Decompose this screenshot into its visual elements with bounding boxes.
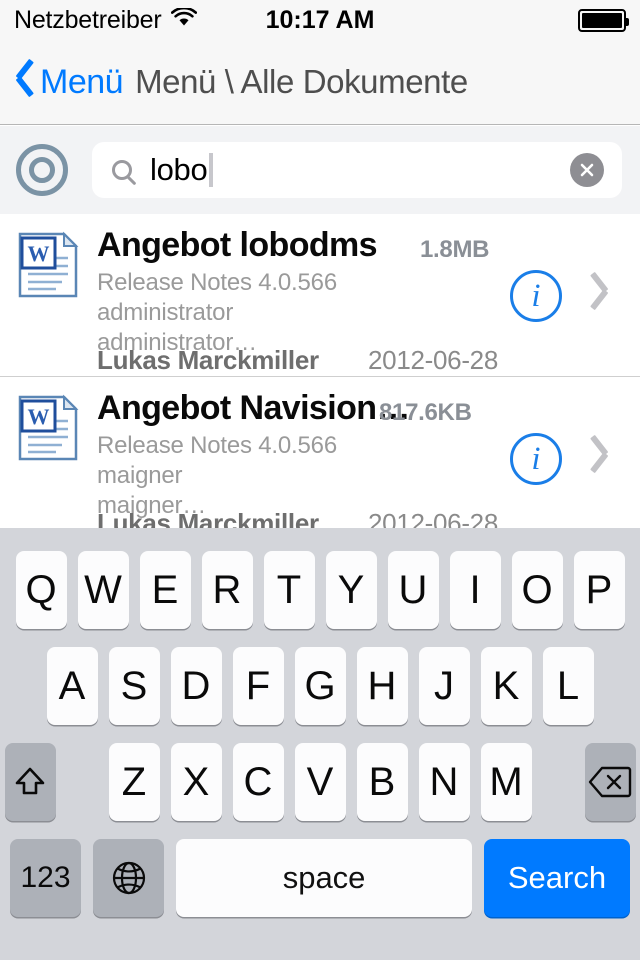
page-title: Menü \ Alle Dokumente — [135, 63, 468, 100]
key-v[interactable]: V — [294, 743, 346, 821]
navigation-bar: Menü Menü \ Alle Dokumente — [0, 40, 640, 125]
key-f[interactable]: F — [232, 647, 284, 725]
target-icon[interactable] — [16, 144, 68, 196]
status-bar-right — [578, 8, 629, 32]
space-key[interactable]: space — [176, 839, 472, 917]
shift-arrow-icon[interactable] — [4, 743, 56, 821]
document-size: 817.6KB — [379, 399, 472, 426]
document-title: Angebot Navision… — [97, 389, 410, 427]
key-e[interactable]: E — [139, 551, 191, 629]
key-n[interactable]: N — [418, 743, 470, 821]
numbers-key[interactable]: 123 — [10, 839, 82, 917]
text-caret — [209, 153, 214, 187]
key-h[interactable]: H — [356, 647, 408, 725]
keyboard-row-4: 123 space Search — [0, 830, 640, 926]
table-row[interactable]: W Angebot Navision… 817.6KB Release Note… — [0, 377, 640, 528]
key-x[interactable]: X — [170, 743, 222, 821]
key-y[interactable]: Y — [325, 551, 377, 629]
chevron-left-icon — [14, 65, 34, 99]
back-button[interactable]: Menü — [0, 62, 124, 102]
backspace-icon[interactable] — [584, 743, 636, 821]
key-p[interactable]: P — [573, 551, 625, 629]
word-document-icon: W — [14, 391, 84, 465]
back-button-label: Menü — [40, 62, 124, 101]
document-author: Lukas Marckmiller — [97, 508, 319, 528]
key-j[interactable]: J — [418, 647, 470, 725]
search-input-value: lobo — [150, 152, 208, 187]
keyboard-row-1: QWERTYUIOP — [0, 542, 640, 638]
document-meta-line2: administrator — [97, 299, 234, 326]
app-root: Netzbetreiber 10:17 AM Menü Menü \ Alle … — [0, 0, 640, 960]
search-key[interactable]: Search — [484, 839, 630, 917]
key-l[interactable]: L — [542, 647, 594, 725]
key-s[interactable]: S — [108, 647, 160, 725]
document-size: 1.8MB — [420, 236, 490, 263]
search-input[interactable]: lobo — [92, 142, 622, 198]
key-g[interactable]: G — [294, 647, 346, 725]
key-u[interactable]: U — [387, 551, 439, 629]
word-document-icon: W — [14, 228, 84, 302]
globe-icon[interactable] — [93, 839, 165, 917]
key-w[interactable]: W — [77, 551, 129, 629]
key-z[interactable]: Z — [108, 743, 160, 821]
search-icon — [112, 160, 132, 180]
document-meta-line1: Release Notes 4.0.566 — [97, 432, 337, 459]
document-author: Lukas Marckmiller — [97, 345, 319, 375]
key-i[interactable]: I — [449, 551, 501, 629]
key-c[interactable]: C — [232, 743, 284, 821]
search-bar: lobo — [0, 126, 640, 214]
key-a[interactable]: A — [46, 647, 98, 725]
chevron-right-icon[interactable] — [598, 278, 616, 312]
table-row[interactable]: W Angebot lobodms 1.8MB Release Notes 4.… — [0, 214, 640, 377]
status-bar: Netzbetreiber 10:17 AM — [0, 0, 640, 40]
key-k[interactable]: K — [480, 647, 532, 725]
key-d[interactable]: D — [170, 647, 222, 725]
keyboard-row-2: ASDFGHJKL — [0, 638, 640, 734]
key-q[interactable]: Q — [15, 551, 67, 629]
key-r[interactable]: R — [201, 551, 253, 629]
status-bar-time: 10:17 AM — [265, 5, 375, 34]
key-o[interactable]: O — [511, 551, 563, 629]
on-screen-keyboard: QWERTYUIOP ASDFGHJKL ZXCVBNM 123 space S… — [0, 528, 640, 960]
clear-circle-icon[interactable] — [570, 153, 604, 187]
document-list: W Angebot lobodms 1.8MB Release Notes 4.… — [0, 214, 640, 528]
svg-text:W: W — [28, 404, 50, 429]
key-t[interactable]: T — [263, 551, 315, 629]
document-meta-line2: maigner — [97, 462, 183, 489]
svg-text:W: W — [28, 241, 50, 266]
key-b[interactable]: B — [356, 743, 408, 821]
document-meta-line1: Release Notes 4.0.566 — [97, 269, 337, 296]
document-date: 2012-06-28 — [368, 508, 498, 528]
document-title: Angebot lobodms — [97, 226, 378, 264]
chevron-right-icon[interactable] — [598, 441, 616, 475]
keyboard-row-3: ZXCVBNM — [0, 734, 640, 830]
document-date: 2012-06-28 — [368, 345, 498, 375]
info-circle-icon[interactable]: i — [510, 270, 562, 322]
info-circle-icon[interactable]: i — [510, 433, 562, 485]
key-m[interactable]: M — [480, 743, 532, 821]
battery-full-icon — [578, 8, 629, 32]
keyboard-letter-group: ZXCVBNM — [108, 743, 532, 821]
